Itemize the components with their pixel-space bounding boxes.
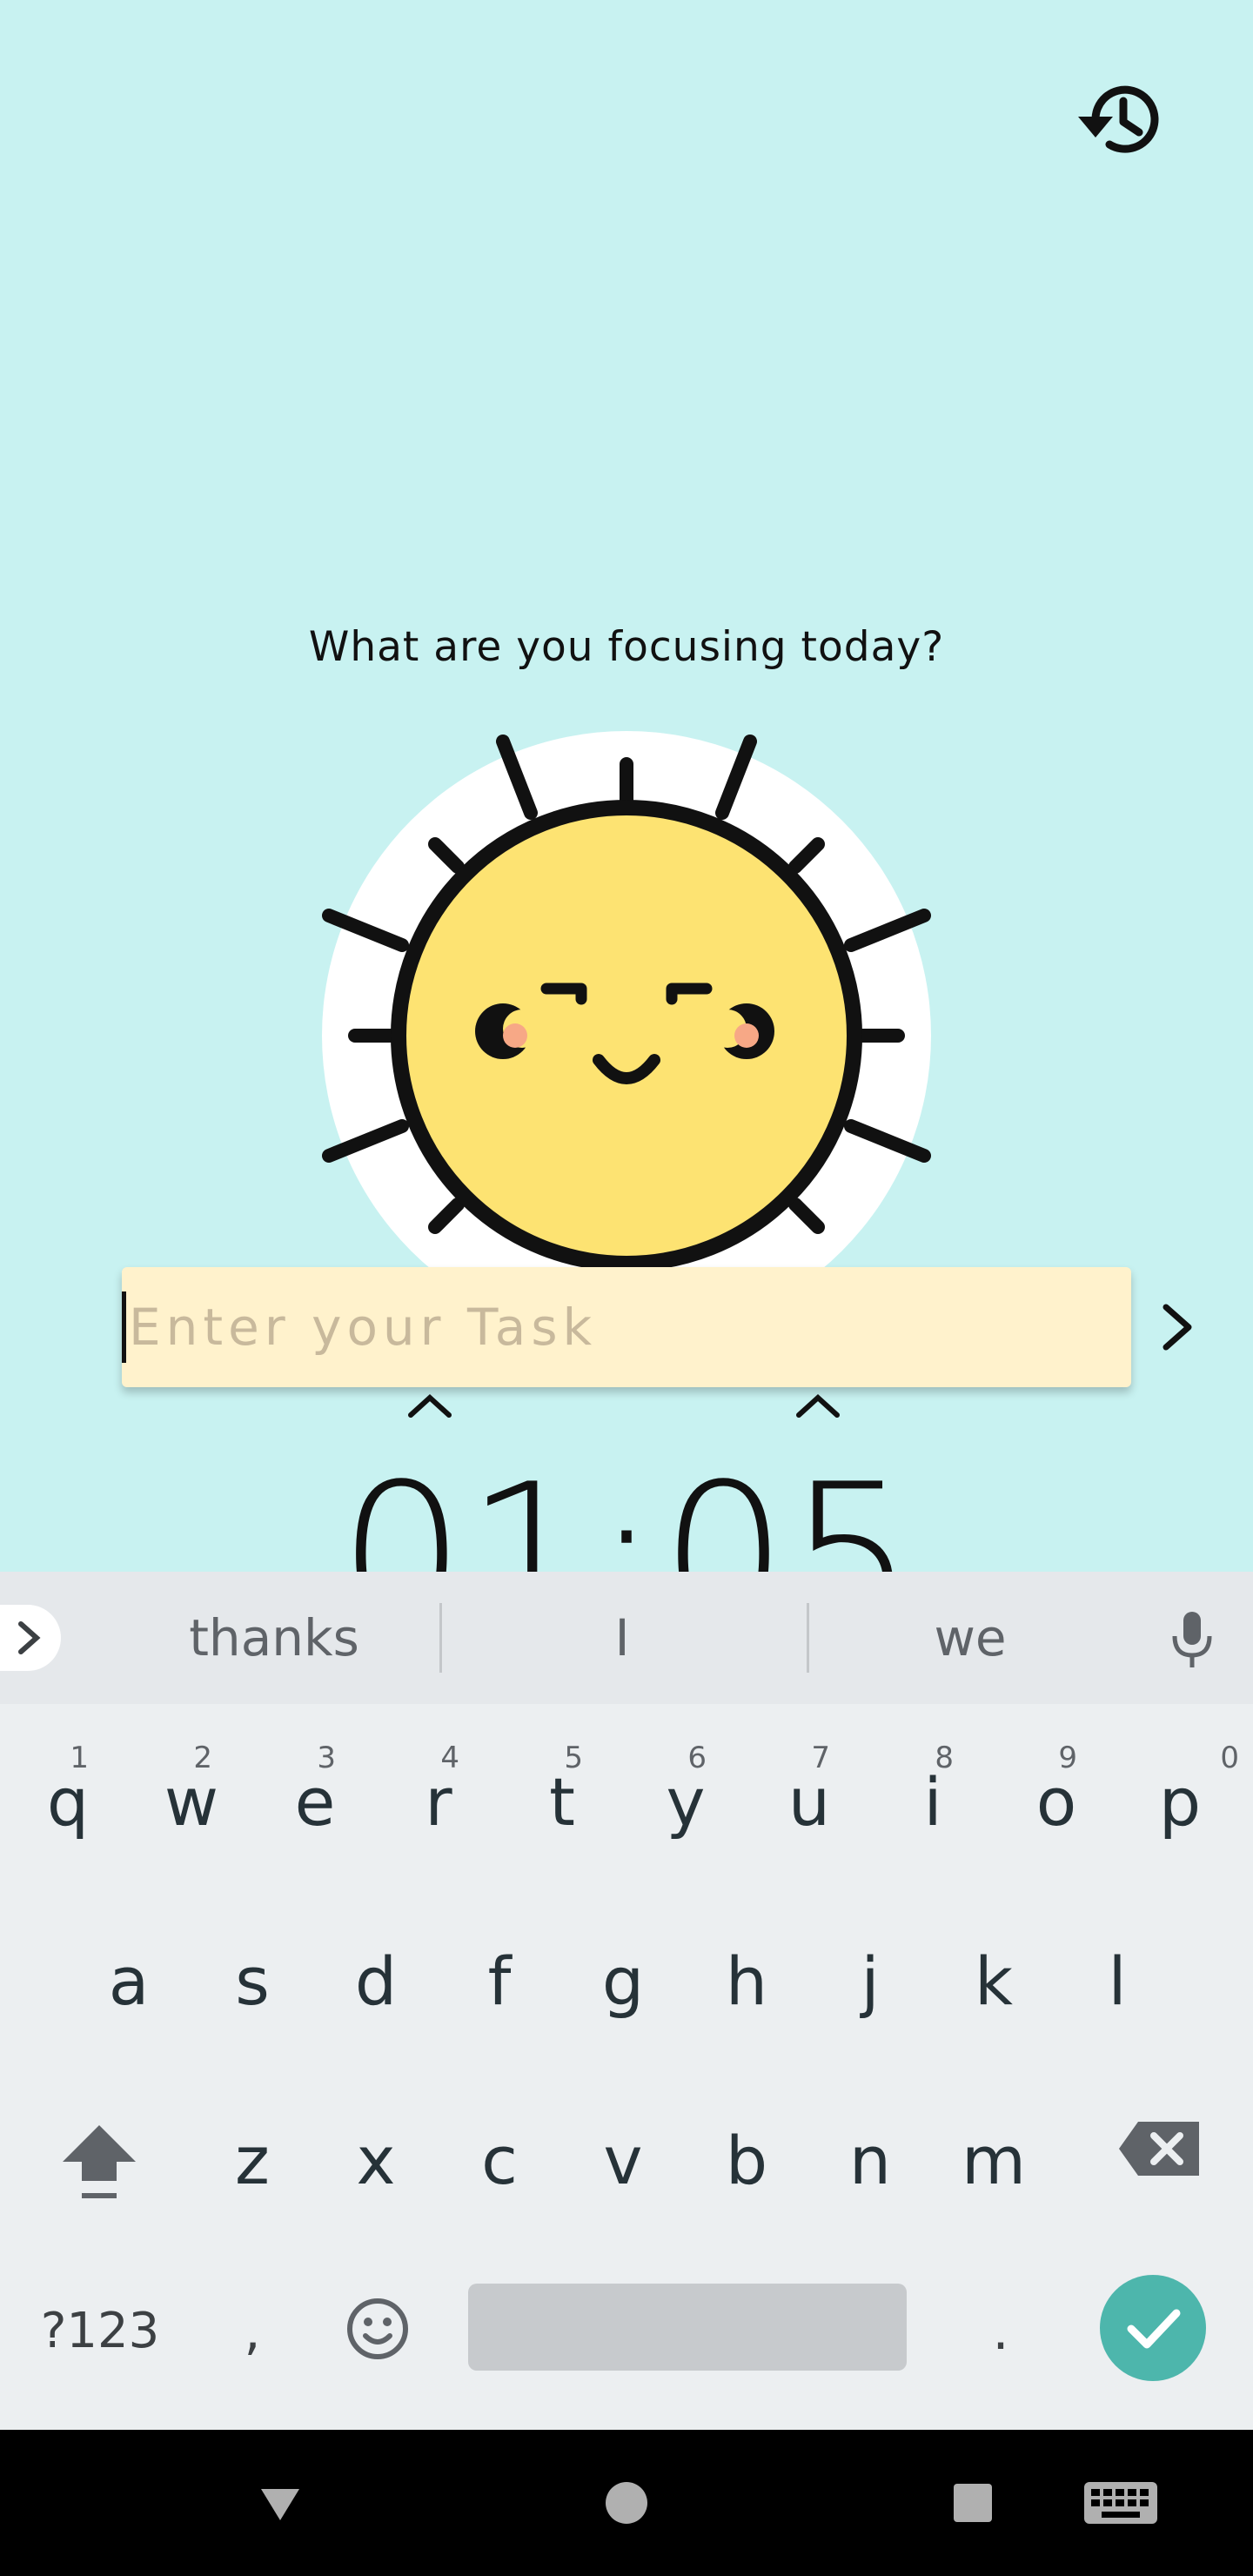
- home-circle-icon: [606, 2482, 647, 2524]
- chevron-right-icon: [1163, 1304, 1192, 1351]
- key-n[interactable]: n: [809, 2070, 931, 2244]
- nav-recents-button[interactable]: [938, 2468, 1008, 2538]
- emoji-key[interactable]: [334, 2285, 421, 2372]
- chevron-right-icon: [18, 1621, 41, 1654]
- nav-keyboard-switch-button[interactable]: [1077, 2468, 1164, 2538]
- key-c[interactable]: c: [439, 2070, 560, 2244]
- history-icon: [1078, 85, 1159, 153]
- backspace-key[interactable]: [1093, 2101, 1215, 2197]
- back-triangle-icon: [261, 2489, 299, 2520]
- key-d[interactable]: d: [315, 1890, 437, 2064]
- key-x[interactable]: x: [315, 2070, 437, 2244]
- nav-home-button[interactable]: [592, 2468, 661, 2538]
- key-m[interactable]: m: [933, 2070, 1055, 2244]
- keyboard-switch-icon: [1084, 2482, 1157, 2524]
- task-input[interactable]: [129, 1267, 1131, 1387]
- key-f[interactable]: f: [439, 1890, 560, 2064]
- key-l[interactable]: l: [1056, 1890, 1178, 2064]
- key-s[interactable]: s: [191, 1890, 313, 2064]
- focus-screen: What are you focusing today? Enter your …: [0, 0, 1253, 1572]
- backspace-icon: [1119, 2122, 1199, 2176]
- checkmark-icon: [1127, 2309, 1181, 2349]
- nav-back-button[interactable]: [245, 2468, 315, 2538]
- period-key[interactable]: .: [966, 2292, 1035, 2371]
- timer-display: 01:05: [338, 1442, 915, 1573]
- suggestion-2[interactable]: I: [487, 1605, 757, 1671]
- key-v[interactable]: v: [562, 2070, 684, 2244]
- suggestion-divider: [439, 1603, 442, 1673]
- key-p[interactable]: 0p: [1119, 1711, 1241, 1885]
- increase-minutes-button[interactable]: [404, 1391, 456, 1420]
- key-r[interactable]: 4r: [378, 1711, 499, 1885]
- key-i[interactable]: 8i: [872, 1711, 994, 1885]
- key-z[interactable]: z: [191, 2070, 313, 2244]
- key-w[interactable]: 2w: [131, 1711, 252, 1885]
- space-key[interactable]: [468, 2284, 907, 2371]
- microphone-icon: [1172, 1612, 1212, 1667]
- suggestion-divider: [807, 1603, 809, 1673]
- recents-square-icon: [954, 2484, 992, 2522]
- suggestion-expand-button[interactable]: [0, 1605, 61, 1671]
- key-g[interactable]: g: [562, 1890, 684, 2064]
- key-j[interactable]: j: [809, 1890, 931, 2064]
- task-input-box[interactable]: [122, 1267, 1131, 1387]
- key-a[interactable]: a: [68, 1890, 190, 2064]
- history-button[interactable]: [1066, 71, 1170, 167]
- key-o[interactable]: 9o: [995, 1711, 1117, 1885]
- comma-key[interactable]: ,: [218, 2292, 287, 2371]
- soft-keyboard: thanks I we 1q 2w 3e 4r 5t 6y 7u 8i 9o 0…: [0, 1572, 1253, 2430]
- shift-key[interactable]: [38, 2094, 160, 2216]
- focus-prompt: What are you focusing today?: [308, 623, 945, 671]
- voice-input-button[interactable]: [1166, 1607, 1218, 1673]
- chevron-up-icon: [796, 1393, 840, 1418]
- suggestion-bar: thanks I we: [0, 1572, 1253, 1704]
- key-k[interactable]: k: [933, 1890, 1055, 2064]
- emoji-smiley-icon: [347, 2298, 408, 2359]
- key-t[interactable]: 5t: [501, 1711, 623, 1885]
- submit-task-button[interactable]: [1147, 1297, 1208, 1358]
- key-b[interactable]: b: [686, 2070, 807, 2244]
- enter-key[interactable]: [1100, 2275, 1206, 2381]
- key-e[interactable]: 3e: [254, 1711, 376, 1885]
- key-q[interactable]: 1q: [7, 1711, 129, 1885]
- text-caret: [122, 1291, 126, 1363]
- smiling-sun-icon: [313, 722, 940, 1349]
- increase-seconds-button[interactable]: [792, 1391, 844, 1420]
- shift-arrow-icon: [63, 2125, 136, 2198]
- system-navigation-bar: [0, 2430, 1253, 2576]
- suggestion-3[interactable]: we: [835, 1605, 1105, 1671]
- symbols-key[interactable]: ?123: [26, 2292, 174, 2371]
- key-y[interactable]: 6y: [625, 1711, 747, 1885]
- key-h[interactable]: h: [686, 1890, 807, 2064]
- key-u[interactable]: 7u: [748, 1711, 870, 1885]
- chevron-up-icon: [408, 1393, 452, 1418]
- suggestion-1[interactable]: thanks: [139, 1605, 409, 1671]
